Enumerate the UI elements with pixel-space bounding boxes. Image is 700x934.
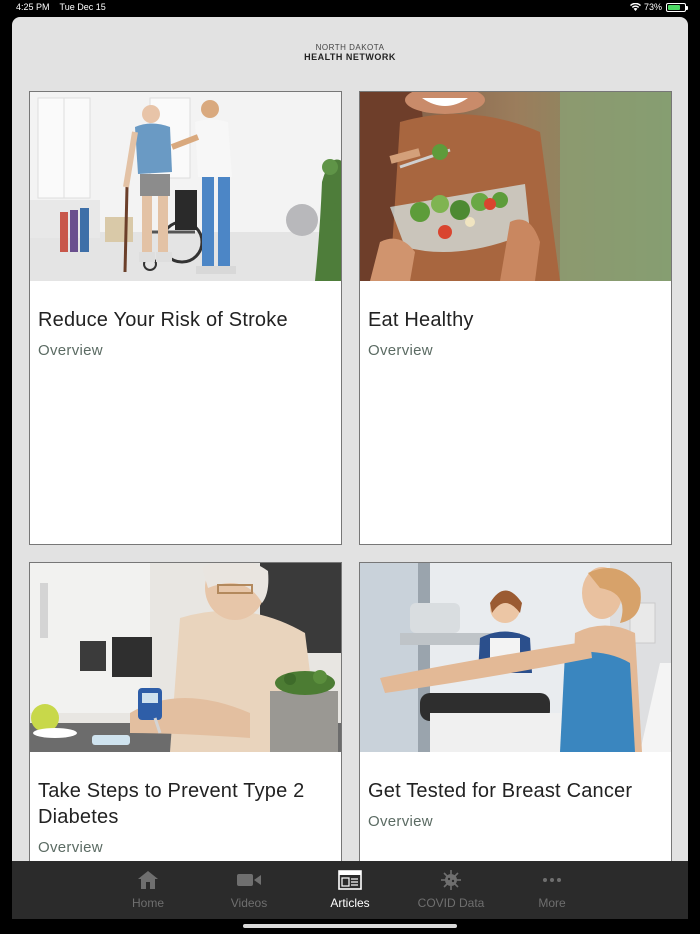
home-icon	[136, 869, 160, 891]
app-window: NORTH DAKOTA HEALTH NETWORK Reduce Your …	[12, 17, 688, 919]
brand-logo: NORTH DAKOTA HEALTH NETWORK	[12, 44, 688, 62]
tab-articles[interactable]: Articles	[300, 861, 401, 919]
glucose-meter-photo	[30, 563, 341, 752]
tab-home[interactable]: Home	[98, 861, 199, 919]
tab-label: Videos	[230, 896, 268, 910]
more-dots-icon	[540, 869, 564, 891]
article-subtitle: Overview	[368, 813, 433, 830]
article-subtitle: Overview	[38, 342, 103, 359]
article-title: Eat Healthy	[368, 309, 474, 331]
mammogram-photo	[360, 563, 671, 752]
article-card-eat-healthy[interactable]: Eat Healthy Overview	[359, 91, 672, 545]
logo-line-1: NORTH DAKOTA	[315, 43, 385, 52]
tab-covid-data[interactable]: COVID Data	[401, 861, 502, 919]
video-camera-icon	[237, 869, 261, 891]
tab-more[interactable]: More	[502, 861, 603, 919]
status-date: Tue Dec 15	[59, 2, 106, 12]
tab-label: Home	[131, 896, 164, 910]
article-card-breast-cancer[interactable]: Get Tested for Breast Cancer Overview	[359, 562, 672, 882]
article-subtitle: Overview	[38, 839, 103, 856]
battery-percent: 73%	[643, 2, 662, 12]
article-card-diabetes[interactable]: Take Steps to Prevent Type 2 Diabetes Ov…	[29, 562, 342, 882]
salad-bowl-photo	[360, 92, 671, 281]
article-title: Reduce Your Risk of Stroke	[38, 309, 288, 331]
wifi-icon	[629, 3, 641, 11]
battery-icon	[666, 2, 688, 12]
articles-icon	[338, 869, 362, 891]
status-time: 4:25 PM	[16, 2, 50, 12]
virus-icon	[439, 869, 463, 891]
tab-label: Articles	[330, 896, 370, 910]
tab-videos[interactable]: Videos	[199, 861, 300, 919]
article-title: Take Steps to Prevent Type 2 Diabetes	[38, 780, 305, 828]
home-indicator[interactable]	[243, 924, 457, 928]
tab-label: COVID Data	[417, 896, 485, 910]
article-subtitle: Overview	[368, 342, 433, 359]
logo-line-2: HEALTH NETWORK	[304, 52, 396, 62]
tab-label: More	[538, 896, 566, 910]
stroke-rehab-photo	[30, 92, 341, 281]
status-bar: 4:25 PM Tue Dec 15 73%	[0, 0, 700, 16]
article-title: Get Tested for Breast Cancer	[368, 780, 633, 802]
article-card-stroke[interactable]: Reduce Your Risk of Stroke Overview	[29, 91, 342, 545]
tab-bar: Home Videos Articles COVID Data More	[12, 861, 688, 919]
